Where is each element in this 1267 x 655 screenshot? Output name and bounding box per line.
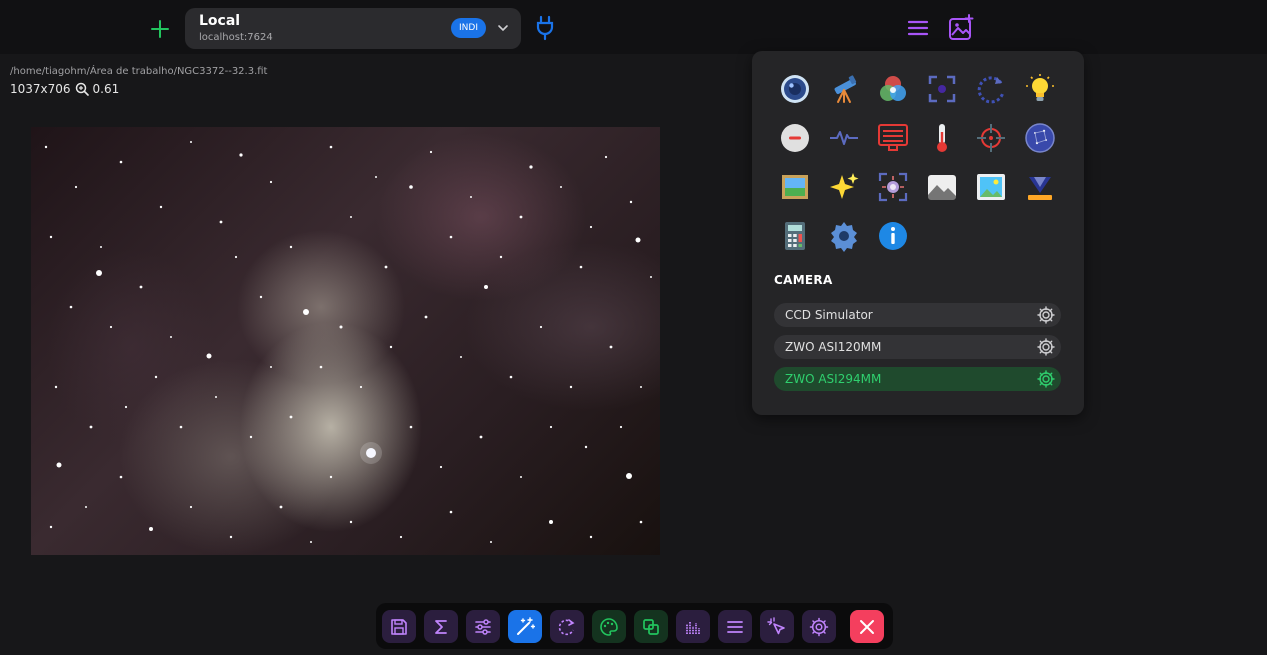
signal-icon[interactable] (827, 121, 861, 155)
camera-lens-icon[interactable] (778, 72, 812, 106)
close-button[interactable] (850, 610, 884, 643)
menu-icon[interactable] (905, 15, 931, 41)
save-button[interactable] (382, 610, 416, 643)
top-bar: Local localhost:7624 INDI (0, 0, 1267, 54)
dew-heater-icon[interactable] (778, 121, 812, 155)
add-icon[interactable] (147, 16, 173, 42)
image-viewer-icon[interactable] (974, 170, 1008, 204)
dome-icon[interactable] (1023, 170, 1057, 204)
statistics-button[interactable] (424, 610, 458, 643)
save-icon (389, 617, 409, 637)
framing-icon[interactable] (778, 170, 812, 204)
adjustments-button[interactable] (466, 610, 500, 643)
rotate-icon (557, 617, 577, 637)
auto-stretch-button[interactable] (508, 610, 542, 643)
camera-item-ccd-simulator[interactable]: CCD Simulator (774, 303, 1061, 327)
settings-icon[interactable] (827, 219, 861, 253)
palette-icon (599, 617, 619, 637)
gear-icon[interactable] (1036, 369, 1056, 389)
magic-wand-icon (515, 616, 535, 637)
list-button[interactable] (718, 610, 752, 643)
camera-section-title: CAMERA (774, 273, 833, 287)
gear-icon[interactable] (1036, 305, 1056, 325)
rotator-icon[interactable] (974, 72, 1008, 106)
camera-item-zwo-asi120mm[interactable]: ZWO ASI120MM (774, 335, 1061, 359)
camera-label: ZWO ASI294MM (785, 372, 882, 386)
close-icon (857, 617, 877, 637)
color-button[interactable] (592, 610, 626, 643)
sliders-icon (473, 617, 493, 637)
settings-button[interactable] (802, 610, 836, 643)
thermometer-icon[interactable] (925, 121, 959, 155)
chevron-down-icon[interactable] (495, 20, 511, 36)
calculator-icon[interactable] (778, 219, 812, 253)
autofocus-icon[interactable] (876, 170, 910, 204)
connection-host: localhost:7624 (199, 32, 273, 43)
camera-label: CCD Simulator (785, 308, 873, 322)
connection-selector[interactable]: Local localhost:7624 INDI (185, 8, 521, 49)
info-icon[interactable] (876, 219, 910, 253)
gear-icon[interactable] (1036, 337, 1056, 357)
color-filter-icon[interactable] (876, 72, 910, 106)
astro-image[interactable] (31, 127, 660, 555)
sparkles-icon[interactable] (827, 170, 861, 204)
flat-panel-icon[interactable] (876, 121, 910, 155)
pointer-button[interactable] (760, 610, 794, 643)
zoom-level: 0.61 (92, 82, 120, 96)
indi-badge: INDI (451, 18, 486, 38)
histogram-button[interactable] (676, 610, 710, 643)
camera-label: ZWO ASI120MM (785, 340, 882, 354)
image-path: /home/tiagohm/Área de trabalho/NGC3372--… (10, 66, 268, 77)
image-toolbar (376, 603, 893, 649)
pointer-icon (767, 616, 787, 637)
star-field (44, 141, 652, 543)
rotate-button[interactable] (550, 610, 584, 643)
plug-icon[interactable] (534, 15, 556, 41)
zoom-icon (75, 82, 89, 96)
crop-icon (641, 617, 661, 637)
list-icon (725, 617, 745, 637)
image-resolution: 1037x706 (10, 82, 71, 96)
light-bulb-icon[interactable] (1023, 72, 1057, 106)
image-add-icon[interactable] (947, 14, 975, 42)
histogram-icon (683, 617, 703, 637)
connection-name: Local (199, 13, 241, 29)
telescope-icon[interactable] (827, 72, 861, 106)
image-icon[interactable] (925, 170, 959, 204)
image-info: 1037x706 0.61 (10, 82, 119, 96)
sigma-icon (431, 617, 451, 637)
camera-item-zwo-asi294mm[interactable]: ZWO ASI294MM (774, 367, 1061, 391)
sky-atlas-icon[interactable] (1023, 121, 1057, 155)
focus-icon[interactable] (925, 72, 959, 106)
settings-icon (809, 617, 829, 637)
crop-button[interactable] (634, 610, 668, 643)
crosshair-icon[interactable] (974, 121, 1008, 155)
device-panel: CAMERA CCD Simulator ZWO ASI120MM ZWO AS… (752, 51, 1084, 415)
